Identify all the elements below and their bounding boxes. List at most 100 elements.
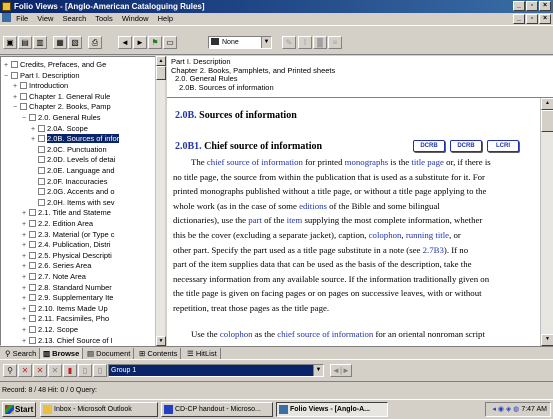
document-icon[interactable] xyxy=(2,13,11,22)
term-link[interactable]: chief source of information xyxy=(277,329,373,339)
expand-icon[interactable]: + xyxy=(22,220,29,230)
minimize-button[interactable]: _ xyxy=(513,1,525,11)
query-icon[interactable]: ▧ xyxy=(68,36,82,49)
tree-scrollbar[interactable]: ▲ ▼ xyxy=(155,56,166,346)
term-link[interactable]: 2.7B3 xyxy=(423,245,444,255)
print-icon[interactable]: ⎙ xyxy=(88,36,102,49)
tree-item[interactable]: 2.0G. Accents and o xyxy=(31,187,115,197)
tree-checkbox[interactable] xyxy=(20,103,27,111)
menu-file[interactable]: File xyxy=(16,14,28,23)
scroll-down-icon[interactable]: ▼ xyxy=(541,334,553,346)
tab-hitlist[interactable]: ☰ HitList xyxy=(184,348,221,359)
tree-item[interactable]: + Chapter 1. General Rule xyxy=(13,92,110,102)
close-button[interactable]: × xyxy=(539,1,551,11)
tree-checkbox[interactable] xyxy=(29,336,36,344)
expand-icon[interactable]: + xyxy=(22,241,29,251)
tree-item[interactable]: +2.6. Series Area xyxy=(22,261,91,271)
tree-item[interactable]: +2.2. Edition Area xyxy=(22,219,93,229)
doc-close-button[interactable]: × xyxy=(539,14,551,24)
tree-item[interactable]: + Credits, Prefaces, and Ge xyxy=(4,60,106,70)
tree-checkbox[interactable] xyxy=(20,82,27,90)
term-link[interactable]: chief source of information xyxy=(207,157,303,167)
expand-icon[interactable]: + xyxy=(22,315,29,325)
group-nav[interactable]: ◄|► xyxy=(330,364,352,377)
tree-item[interactable]: 2.0E. Language and xyxy=(31,166,115,176)
tree-checkbox[interactable] xyxy=(29,273,36,280)
menu-help[interactable]: Help xyxy=(158,14,173,23)
find-icon[interactable]: ▦ xyxy=(53,36,67,49)
app-icon[interactable] xyxy=(2,2,11,11)
expand-icon[interactable]: + xyxy=(22,305,29,315)
tree-item[interactable]: +2.1. Title and Stateme xyxy=(22,208,111,218)
tree-checkbox[interactable] xyxy=(29,262,36,270)
tree-checkbox[interactable] xyxy=(29,209,36,217)
term-link[interactable]: colophon xyxy=(369,230,402,240)
back-icon[interactable]: ◄ xyxy=(118,36,132,49)
term-link[interactable]: editions xyxy=(299,201,327,211)
collapse-icon[interactable]: − xyxy=(4,72,11,82)
tree-checkbox[interactable] xyxy=(38,198,45,206)
tree-checkbox[interactable] xyxy=(29,114,36,121)
tab-browse[interactable]: ▥ Browse xyxy=(40,348,84,359)
tree-item[interactable]: − Chapter 2. Books, Pamp xyxy=(13,102,111,112)
tree-checkbox[interactable] xyxy=(29,230,36,238)
scroll-thumb[interactable] xyxy=(541,110,553,132)
doc-restore-button[interactable]: ▫ xyxy=(526,14,538,24)
align-icon[interactable]: ≡ xyxy=(328,36,342,49)
tree-checkbox[interactable] xyxy=(29,220,36,227)
scroll-up-icon[interactable]: ▲ xyxy=(541,98,553,110)
tree-checkbox[interactable] xyxy=(29,283,36,291)
tree-item[interactable]: +2.9. Supplementary Ite xyxy=(22,293,113,303)
expand-icon[interactable]: + xyxy=(31,125,38,135)
tree-checkbox[interactable] xyxy=(38,135,45,143)
collapse-icon[interactable]: − xyxy=(22,114,29,124)
copy-icon[interactable]: ▥ xyxy=(33,36,47,49)
tree-item[interactable]: 2.0F. Inaccuracies xyxy=(31,177,107,187)
chart-icon[interactable]: ▮ xyxy=(63,364,77,377)
window-icon[interactable]: ▭ xyxy=(163,36,177,49)
expand-icon[interactable]: + xyxy=(22,337,29,345)
scroll-down-icon[interactable]: ▼ xyxy=(156,336,166,346)
term-link[interactable]: title page xyxy=(411,157,444,167)
tree-item[interactable]: +2.13. Chief Source of I xyxy=(22,336,113,345)
forward-icon[interactable]: ► xyxy=(133,36,147,49)
tray-icons[interactable]: ◂ ◉ ◈ ◍ xyxy=(492,406,521,413)
filter-icon[interactable]: ▯ xyxy=(93,364,107,377)
menu-view[interactable]: View xyxy=(37,14,53,23)
mark-icon[interactable]: ✕ xyxy=(18,364,32,377)
document-scrollbar[interactable]: ▲ ▼ xyxy=(540,98,553,346)
tree-item[interactable]: −2.0. General Rules xyxy=(22,113,101,123)
tree-checkbox[interactable] xyxy=(38,167,45,174)
chevron-down-icon[interactable]: ▼ xyxy=(261,37,271,48)
tree-checkbox[interactable] xyxy=(29,304,36,312)
expand-icon[interactable]: + xyxy=(22,252,29,262)
tree-item[interactable]: +2.7. Note Area xyxy=(22,272,86,282)
expand-icon[interactable]: + xyxy=(22,326,29,336)
tree-item[interactable]: 2.0D. Levels of detai xyxy=(31,155,115,165)
tab-contents[interactable]: ⊞ Contents xyxy=(136,348,182,359)
term-link[interactable]: part xyxy=(248,215,262,225)
expand-icon[interactable]: + xyxy=(22,284,29,294)
unmark-icon[interactable]: ✕ xyxy=(33,364,47,377)
tree-item[interactable]: +2.4. Publication, Distri xyxy=(22,240,111,250)
group-select[interactable]: Group 1 ▼ xyxy=(108,364,324,377)
flag-icon[interactable]: ⚑ xyxy=(148,36,162,49)
start-button[interactable]: Start xyxy=(2,402,36,417)
menu-tools[interactable]: Tools xyxy=(95,14,113,23)
term-link[interactable]: monographs xyxy=(345,157,389,167)
tree-item[interactable]: +2.10. Items Made Up xyxy=(22,304,108,314)
save-icon[interactable]: ▤ xyxy=(18,36,32,49)
expand-icon[interactable]: + xyxy=(13,82,20,92)
expand-icon[interactable]: + xyxy=(4,61,11,71)
maximize-button[interactable]: ▫ xyxy=(526,1,538,11)
tree-checkbox[interactable] xyxy=(38,145,45,153)
chevron-down-icon[interactable]: ▼ xyxy=(313,365,323,376)
tree-checkbox[interactable] xyxy=(29,241,36,249)
dcrb-button[interactable]: DCRB xyxy=(413,140,445,152)
tab-document[interactable]: ▤ Document xyxy=(84,348,135,359)
tab-search[interactable]: ⚲ Search xyxy=(2,348,41,359)
menu-window[interactable]: Window xyxy=(122,14,149,23)
tree-item[interactable]: 2.0H. Items with sev xyxy=(31,198,115,208)
tree-checkbox[interactable] xyxy=(38,156,45,164)
tree-checkbox[interactable] xyxy=(20,92,27,100)
